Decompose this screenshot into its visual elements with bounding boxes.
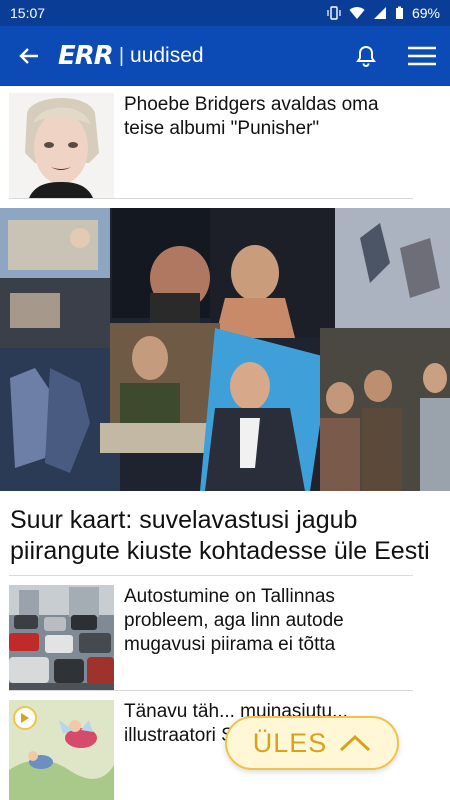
portrait-image [9, 93, 114, 198]
article-item[interactable]: Autostumine on Tallinnas probleem, aga l… [0, 576, 450, 690]
article-thumbnail [9, 585, 114, 690]
article-title[interactable]: Phoebe Bridgers avaldas oma teise albumi… [124, 93, 441, 198]
article-title[interactable]: Autostumine on Tallinnas probleem, aga l… [124, 585, 441, 690]
status-bar: 15:07 69% [0, 0, 450, 26]
vibrate-icon [327, 6, 341, 20]
status-time: 15:07 [10, 5, 46, 21]
article-item[interactable]: Phoebe Bridgers avaldas oma teise albumi… [0, 86, 450, 198]
menu-button[interactable] [394, 26, 450, 86]
battery-icon [395, 6, 403, 19]
scroll-to-top-label: ÜLES [252, 727, 328, 758]
brand[interactable]: ERR | uudised [58, 41, 338, 71]
app-bar: ERR | uudised [0, 26, 450, 86]
wifi-icon [349, 7, 365, 20]
news-feed[interactable]: Phoebe Bridgers avaldas oma teise albumi… [0, 86, 450, 800]
err-logo: ERR [58, 41, 114, 71]
article-thumbnail [9, 93, 114, 198]
bell-icon [356, 45, 376, 67]
battery-level: 69% [411, 5, 440, 21]
hero-image[interactable] [0, 208, 450, 491]
article-thumbnail [9, 700, 114, 800]
chevron-up-icon [340, 734, 371, 752]
traffic-jam-image [9, 585, 114, 690]
video-badge [13, 706, 37, 730]
theatre-collage-image [0, 208, 450, 491]
status-icons: 69% [327, 5, 440, 21]
hero-article-title[interactable]: Suur kaart: suvelavastusi jagub piirangu… [0, 491, 450, 575]
notifications-button[interactable] [338, 26, 394, 86]
signal-icon [373, 7, 386, 19]
back-button[interactable] [0, 26, 58, 86]
hamburger-icon [408, 46, 436, 66]
play-icon [21, 713, 29, 723]
section-name: uudised [130, 44, 204, 67]
arrow-left-icon [19, 48, 38, 64]
brand-separator: | [118, 44, 125, 67]
scroll-to-top-button[interactable]: ÜLES [225, 716, 399, 770]
